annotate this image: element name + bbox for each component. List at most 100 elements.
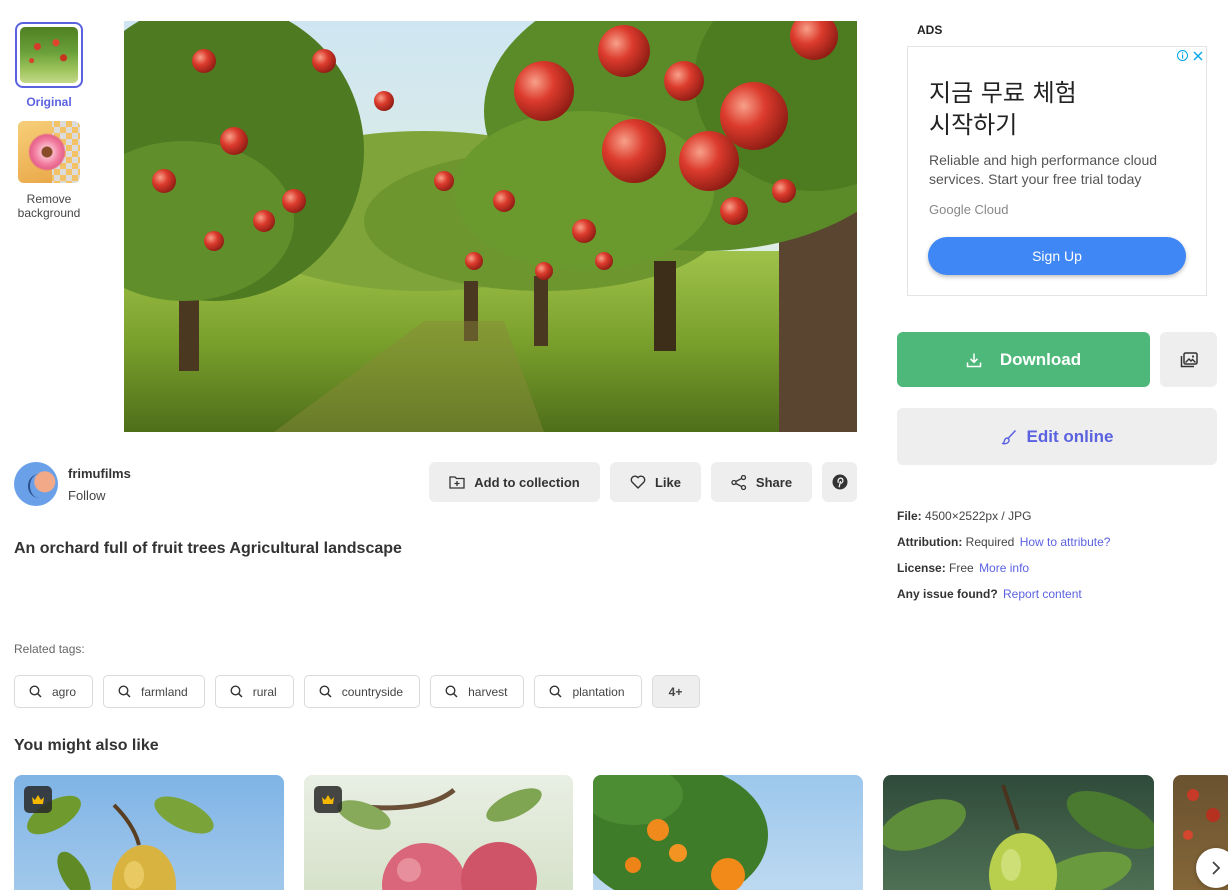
tag-label: plantation <box>572 684 625 699</box>
carousel-next-button[interactable] <box>1196 848 1228 888</box>
card-pear-image <box>27 795 214 890</box>
more-info-link[interactable]: More info <box>979 561 1029 575</box>
orchard-illustration <box>124 21 857 432</box>
card-apples-image <box>337 788 542 890</box>
share-icon <box>731 474 747 490</box>
image-actions: Add to collection Like Share <box>429 462 857 502</box>
apple <box>664 61 704 101</box>
apple <box>514 61 574 121</box>
author-name[interactable]: frimufilms <box>68 466 131 481</box>
issue-row: Any issue found? Report content <box>897 587 1082 601</box>
apple <box>772 179 796 203</box>
related-tags-label: Related tags: <box>14 642 85 656</box>
author-text: frimufilms Follow <box>68 466 131 503</box>
file-row: File: 4500×2522px / JPG <box>897 509 1032 523</box>
apple <box>465 252 483 270</box>
apple <box>595 252 613 270</box>
image-title: An orchard full of fruit trees Agricultu… <box>14 540 402 557</box>
remove-background-label: Remove background <box>17 192 81 220</box>
apple <box>720 197 748 225</box>
apple <box>602 119 666 183</box>
edit-online-label: Edit online <box>1026 426 1114 446</box>
ad-brand: Google Cloud <box>929 202 1009 217</box>
add-to-collection-button[interactable]: Add to collection <box>429 462 600 502</box>
apple <box>535 262 553 280</box>
ad-box[interactable]: 지금 무료 체험 시작하기 Reliable and high performa… <box>907 46 1207 296</box>
folder-plus-icon <box>449 476 465 489</box>
chevron-right-icon <box>1212 861 1221 875</box>
apple <box>220 127 248 155</box>
apple <box>204 231 224 251</box>
card-green-pear-image <box>883 784 1154 890</box>
card-orange-tree[interactable] <box>593 775 863 890</box>
card-pink-apples[interactable] <box>304 775 573 890</box>
share-label: Share <box>755 474 793 490</box>
tag-label: farmland <box>141 684 188 699</box>
ad-info-icon[interactable] <box>1176 49 1189 62</box>
card-green-pear-leaves[interactable] <box>883 775 1154 890</box>
pinterest-button[interactable] <box>822 462 857 502</box>
apple <box>374 91 394 111</box>
search-icon <box>118 685 131 698</box>
tag-farmland[interactable]: farmland <box>103 675 205 708</box>
orchard-thumbnail-image <box>20 27 78 83</box>
thumbnail-original[interactable]: Original <box>15 22 83 109</box>
apple <box>312 49 336 73</box>
thumbnail-original-label: Original <box>26 95 72 109</box>
thumbnail-original-frame <box>15 22 83 88</box>
card-orange-image <box>593 775 768 890</box>
ad-headline: 지금 무료 체험 시작하기 <box>929 79 1077 139</box>
image-size-options-button[interactable] <box>1160 332 1217 387</box>
more-tags-button[interactable]: 4+ <box>651 675 700 708</box>
ad-choices[interactable] <box>1176 49 1204 62</box>
thumbnail-remove-background[interactable]: Remove background <box>10 121 88 220</box>
tag-rural[interactable]: rural <box>214 675 294 708</box>
like-button[interactable]: Like <box>610 462 701 502</box>
apple <box>493 190 515 212</box>
also-like-carousel <box>14 775 1228 890</box>
attribution-row: Attribution: Required How to attribute? <box>897 535 1111 549</box>
card-pear-on-branch[interactable] <box>14 775 284 890</box>
edit-online-button[interactable]: Edit online <box>897 408 1217 465</box>
tag-harvest[interactable]: harvest <box>430 675 525 708</box>
how-to-attribute-link[interactable]: How to attribute? <box>1020 535 1111 549</box>
apple <box>598 25 650 77</box>
remove-background-preview <box>18 121 80 183</box>
apple <box>152 169 176 193</box>
apple <box>434 171 454 191</box>
ad-close-icon[interactable] <box>1191 49 1204 62</box>
related-tags: agro farmland rural countryside harvest plant… <box>14 675 700 708</box>
search-icon <box>445 685 458 698</box>
search-icon <box>319 685 332 698</box>
tag-label: agro <box>52 684 77 699</box>
tag-countryside[interactable]: countryside <box>303 675 421 708</box>
report-content-link[interactable]: Report content <box>1003 587 1082 601</box>
premium-crown-icon <box>24 786 52 813</box>
add-to-collection-label: Add to collection <box>474 474 580 490</box>
also-like-title: You might also like <box>14 737 159 754</box>
follow-button[interactable]: Follow <box>68 488 131 503</box>
download-icon <box>966 353 982 367</box>
tag-label: rural <box>252 684 277 699</box>
search-icon <box>549 685 562 698</box>
search-icon <box>29 685 42 698</box>
apple <box>253 210 275 232</box>
tag-label: harvest <box>468 684 508 699</box>
search-icon <box>230 685 243 698</box>
brush-icon <box>1001 429 1016 444</box>
avatar[interactable] <box>14 462 58 506</box>
tag-label: countryside <box>341 684 404 699</box>
share-button[interactable]: Share <box>711 462 812 502</box>
author-block[interactable]: frimufilms Follow <box>14 462 131 506</box>
main-image[interactable] <box>124 21 857 432</box>
ad-signup-button[interactable]: Sign Up <box>928 237 1186 275</box>
license-row: License: Free More info <box>897 561 1030 575</box>
apple <box>282 189 306 213</box>
tag-plantation[interactable]: plantation <box>534 675 642 708</box>
download-button[interactable]: Download <box>897 332 1150 387</box>
pinterest-icon <box>832 474 847 490</box>
tag-agro[interactable]: agro <box>14 675 94 708</box>
file-info: File: 4500×2522px / JPG Attribution: Req… <box>897 509 1110 613</box>
apple <box>679 131 739 191</box>
images-icon <box>1180 351 1198 367</box>
